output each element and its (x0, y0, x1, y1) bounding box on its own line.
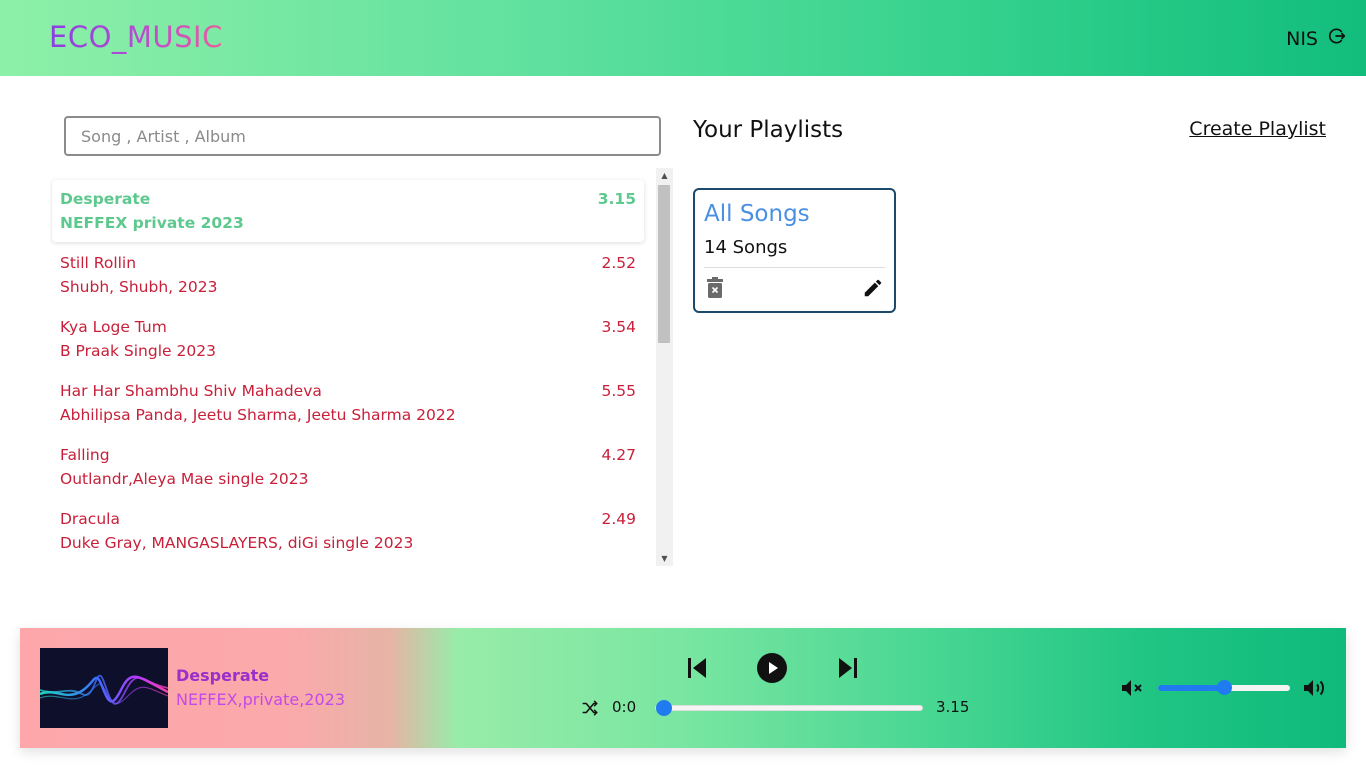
now-playing-title: Desperate (176, 666, 270, 685)
playlist-name[interactable]: All Songs (704, 201, 810, 227)
playlists-heading: Your Playlists (693, 117, 844, 143)
scroll-thumb[interactable] (658, 185, 670, 343)
song-duration: 5.55 (601, 382, 636, 400)
total-time: 3.15 (936, 698, 970, 716)
search-input[interactable] (64, 116, 661, 156)
song-duration: 2.52 (601, 254, 636, 272)
user-menu[interactable]: NIS (1286, 26, 1346, 51)
song-title: Har Har Shambhu Shiv Mahadeva (60, 382, 322, 400)
song-list-item[interactable]: Kya Loge Tum 3.54 B Praak Single 2023 (52, 308, 644, 370)
scroll-up-arrow-icon[interactable]: ▲ (656, 168, 673, 183)
song-title: Desperate (60, 190, 151, 208)
song-list-scrollbar[interactable]: ▲ ▼ (656, 168, 673, 566)
logout-icon[interactable] (1326, 26, 1346, 51)
edit-icon[interactable] (862, 277, 884, 299)
skip-previous-icon[interactable] (685, 656, 709, 684)
song-title: Dracula (60, 510, 120, 528)
now-playing-subtitle: NEFFEX,private,2023 (176, 690, 346, 709)
music-player-bar: Desperate NEFFEX,private,2023 0:0 3.15 (20, 628, 1346, 748)
song-title: Still Rollin (60, 254, 137, 272)
song-duration: 3.15 (597, 190, 636, 208)
song-artist-album: Abhilipsa Panda, Jeetu Sharma, Jeetu Sha… (60, 406, 456, 424)
playlist-divider (704, 267, 885, 268)
song-artist-album: Duke Gray, MANGASLAYERS, diGi single 202… (60, 534, 414, 552)
volume-slider[interactable] (1158, 680, 1290, 695)
skip-next-icon[interactable] (836, 656, 860, 684)
shuffle-icon[interactable] (580, 699, 600, 721)
delete-icon[interactable] (705, 277, 725, 299)
app-logo[interactable]: ECO_MUSIC (49, 20, 223, 54)
song-list-item[interactable]: Still Rollin 2.52 Shubh, Shubh, 2023 (52, 244, 644, 306)
song-artist-album: Outlandr,Aleya Mae single 2023 (60, 470, 309, 488)
album-cover (40, 648, 168, 728)
song-artist-album: Shubh, Shubh, 2023 (60, 278, 218, 296)
volume-knob[interactable] (1217, 680, 1232, 695)
progress-slider[interactable] (655, 700, 923, 716)
song-list-item[interactable]: Desperate 3.15 NEFFEX private 2023 (52, 180, 644, 242)
song-list-item[interactable]: Har Har Shambhu Shiv Mahadeva 5.55 Abhilip… (52, 372, 644, 434)
song-list-item[interactable]: Dracula 2.49 Duke Gray, MANGASLAYERS, diGi… (52, 500, 644, 562)
app-header: ECO_MUSIC NIS (0, 0, 1366, 76)
song-duration: 2.49 (601, 510, 636, 528)
current-time: 0:0 (612, 698, 637, 716)
song-title: Kya Loge Tum (60, 318, 167, 336)
mute-icon[interactable] (1120, 678, 1146, 702)
scroll-down-arrow-icon[interactable]: ▼ (656, 551, 673, 566)
song-title: Falling (60, 446, 110, 464)
song-duration: 3.54 (601, 318, 636, 336)
volume-fill (1158, 685, 1224, 691)
volume-up-icon[interactable] (1302, 678, 1328, 702)
song-artist-album: B Praak Single 2023 (60, 342, 216, 360)
song-artist-album: NEFFEX private 2023 (60, 214, 244, 232)
song-list-item[interactable]: Falling 4.27 Outlandr,Aleya Mae single 202… (52, 436, 644, 498)
playlist-song-count: 14 Songs (704, 237, 788, 258)
username: NIS (1286, 27, 1318, 50)
create-playlist-link[interactable]: Create Playlist (1189, 118, 1326, 140)
playlist-card[interactable]: All Songs 14 Songs (693, 188, 896, 313)
song-list[interactable]: Desperate 3.15 NEFFEX private 2023 Still Ro… (50, 168, 673, 566)
progress-knob[interactable] (656, 700, 672, 716)
song-duration: 4.27 (601, 446, 636, 464)
play-icon[interactable] (756, 652, 788, 688)
